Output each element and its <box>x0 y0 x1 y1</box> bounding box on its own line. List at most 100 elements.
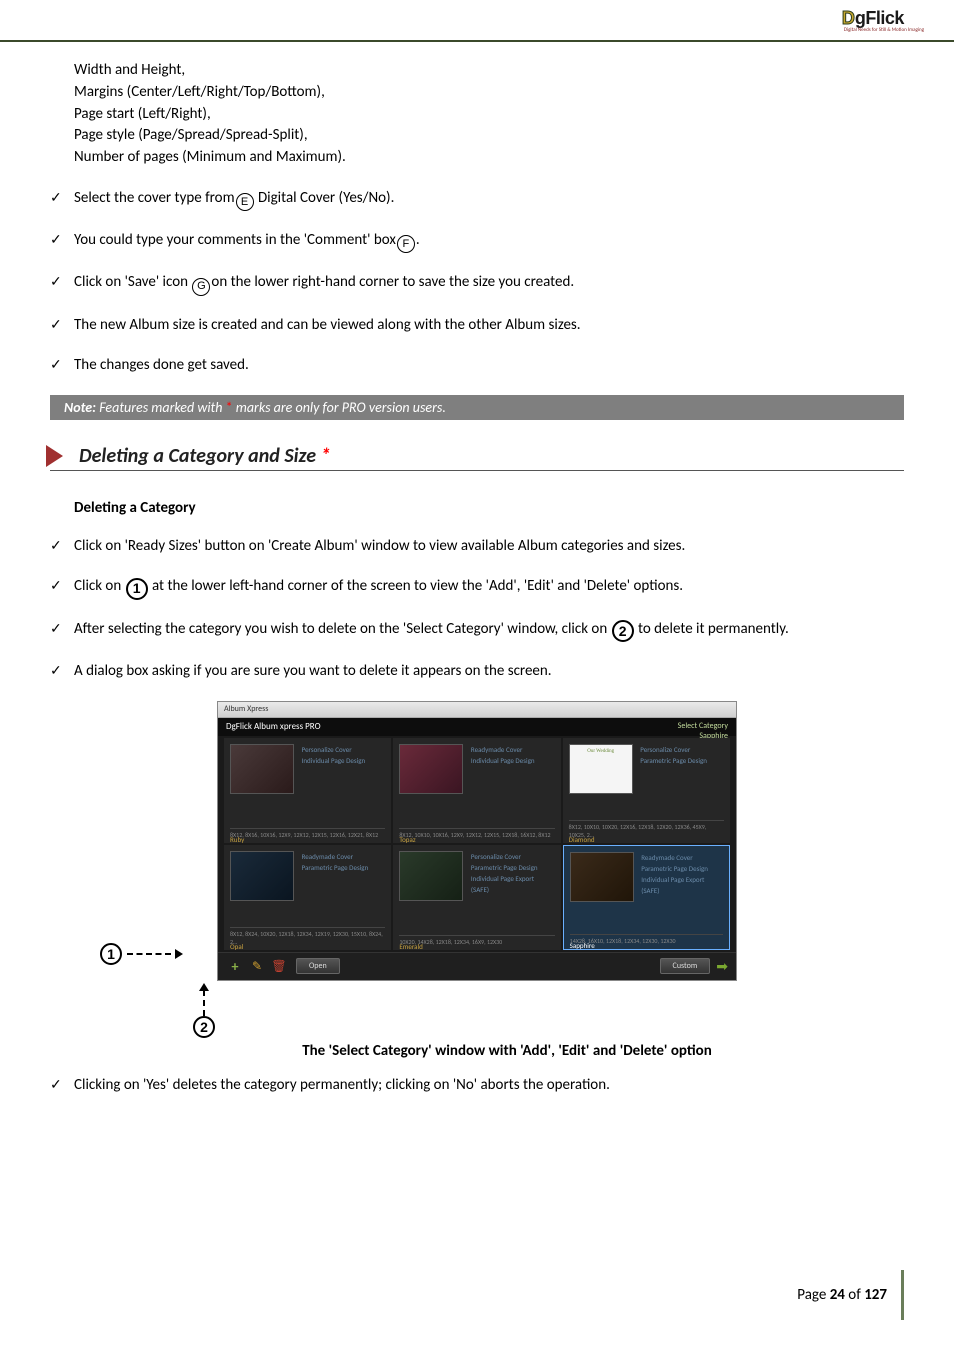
circled-number: 2 <box>193 1016 215 1038</box>
page-header: DgFlick Digital Needs for Still & Motion… <box>0 0 954 42</box>
text: on the lower right-hand corner to save t… <box>211 273 574 291</box>
note-text: marks are only for PRO version users. <box>233 399 446 416</box>
text: at the lower left-hand corner of the scr… <box>149 577 683 595</box>
next-arrow-icon[interactable]: ➡ <box>716 958 728 975</box>
cell-line: Parametric Page Design <box>641 864 708 873</box>
category-cell[interactable]: Readymade CoverParametric Page Design 8X… <box>224 845 391 950</box>
check-icon: ✓ <box>50 618 74 639</box>
page-total: 127 <box>864 1286 887 1304</box>
screenshot-select-category: Album Xpress DgFlick Album xpress PRO Se… <box>217 701 737 981</box>
check-icon: ✓ <box>50 229 74 250</box>
cell-line: Parametric Page Design <box>302 863 369 872</box>
circled-number: 2 <box>612 620 634 642</box>
checklist-2: ✓ Click on 'Ready Sizes' button on 'Crea… <box>50 535 904 683</box>
section-title: Deleting a Category and Size <box>79 444 321 468</box>
check-icon: ✓ <box>50 660 74 681</box>
logo: DgFlick Digital Needs for Still & Motion… <box>842 8 924 33</box>
category-cell[interactable]: Personalize CoverIndividual Page Design … <box>224 738 391 843</box>
book-label: Our Wedding <box>572 749 630 754</box>
category-thumb <box>399 851 463 901</box>
brand-text: DgFlick Album xpress PRO <box>226 721 321 733</box>
bottom-toolbar: + ✎ 🗑 Open Custom ➡ <box>218 952 736 980</box>
edit-icon[interactable]: ✎ <box>248 957 266 975</box>
note-bar: Note: Features marked with * marks are o… <box>50 395 904 420</box>
check-icon: ✓ <box>50 1074 74 1095</box>
figure: Album Xpress DgFlick Album xpress PRO Se… <box>50 701 904 1060</box>
cell-line: Personalize Cover <box>471 852 521 861</box>
footer-text: Page <box>797 1286 829 1304</box>
open-button[interactable]: Open <box>296 958 340 974</box>
footer-text: of <box>845 1286 864 1304</box>
cell-name: Emerald <box>399 942 422 950</box>
category-cell[interactable]: Our Wedding Personalize CoverParametric … <box>563 738 730 843</box>
note-label: Note: <box>64 399 96 416</box>
cell-name: Ruby <box>230 835 244 843</box>
logo-d: D <box>842 8 855 28</box>
cell-line: Readymade Cover <box>471 745 522 754</box>
text: You could type your comments in the 'Com… <box>74 231 396 249</box>
cell-line: Individual Page Export (SAFE) <box>471 874 534 894</box>
cell-line: Individual Page Design <box>302 756 366 765</box>
category-thumb <box>230 851 294 901</box>
note-text: Features marked with <box>96 399 226 416</box>
spec-line: Width and Height, <box>74 60 904 82</box>
text: Select the cover type from <box>74 189 235 207</box>
custom-button[interactable]: Custom <box>660 958 711 974</box>
list-item: ✓ The changes done get saved. <box>50 354 904 377</box>
triangle-icon <box>46 445 63 467</box>
checklist-3: ✓ Clicking on 'Yes' deletes the category… <box>50 1074 904 1097</box>
section-heading: Deleting a Category and Size * <box>50 444 904 471</box>
spec-line: Page style (Page/Spread/Spread-Split), <box>74 125 904 147</box>
delete-icon[interactable]: 🗑 <box>270 957 288 975</box>
spec-list: Width and Height, Margins (Center/Left/R… <box>50 60 904 169</box>
list-item: ✓ Click on 'Ready Sizes' button on 'Crea… <box>50 535 904 558</box>
category-cell[interactable]: Personalize Cover Parametric Page Design I… <box>393 845 560 950</box>
window-brandbar: DgFlick Album xpress PRO Select Category… <box>218 718 736 736</box>
category-grid: Personalize CoverIndividual Page Design … <box>218 736 736 952</box>
brand-right-a: Select Category <box>678 721 728 731</box>
cell-sizes: 8X12, 8X16, 10X16, 12X9, 12X12, 12X15, 1… <box>230 828 385 839</box>
list-item: ✓ Select the cover type fromE Digital Co… <box>50 187 904 211</box>
category-thumb: Our Wedding <box>569 744 633 794</box>
cell-line: Individual Page Design <box>471 756 535 765</box>
checklist-1: ✓ Select the cover type fromE Digital Co… <box>50 187 904 377</box>
text: Clicking on 'Yes' deletes the category p… <box>74 1074 610 1097</box>
check-icon: ✓ <box>50 575 74 596</box>
category-thumb <box>230 744 294 794</box>
spec-line: Number of pages (Minimum and Maximum). <box>74 147 904 169</box>
text: Click on 'Save' icon <box>74 273 191 291</box>
cell-name: Sapphire <box>570 941 595 950</box>
text: Click on <box>74 577 125 595</box>
page-number: 24 <box>830 1286 845 1304</box>
text: . <box>416 231 420 249</box>
text: Click on 'Ready Sizes' button on 'Create… <box>74 535 685 558</box>
subheading: Deleting a Category <box>74 499 904 517</box>
window-titlebar: Album Xpress <box>218 702 736 718</box>
list-item: ✓ Click on 'Save' icon Gon the lower rig… <box>50 271 904 295</box>
category-thumb <box>399 744 463 794</box>
circled-letter: F <box>397 235 415 253</box>
circled-number: 1 <box>100 943 122 965</box>
check-icon: ✓ <box>50 187 74 208</box>
cell-sizes: 8X12, 10X10, 10X16, 12X9, 12X12, 12X15, … <box>399 828 554 839</box>
check-icon: ✓ <box>50 354 74 375</box>
category-thumb <box>570 852 634 902</box>
page-footer: Page 24 of 127 <box>797 1270 904 1320</box>
add-icon[interactable]: + <box>226 957 244 975</box>
circled-letter: G <box>192 278 210 296</box>
category-cell-selected[interactable]: Readymade CoverParametric Page DesignInd… <box>563 845 730 950</box>
list-item: ✓ A dialog box asking if you are sure yo… <box>50 660 904 683</box>
star-icon: * <box>321 444 331 468</box>
cell-line: Parametric Page Design <box>471 863 538 872</box>
text: The changes done get saved. <box>74 354 249 377</box>
cell-name: Topaz <box>399 835 415 843</box>
check-icon: ✓ <box>50 535 74 556</box>
content: Width and Height, Margins (Center/Left/R… <box>0 42 954 1096</box>
spec-line: Page start (Left/Right), <box>74 104 904 126</box>
text: Digital Cover (Yes/No). <box>255 189 395 207</box>
logo-rest: gFlick <box>855 8 904 28</box>
text: The new Album size is created and can be… <box>74 314 581 337</box>
footer-bar <box>901 1270 904 1320</box>
cell-line: Readymade Cover <box>641 853 692 862</box>
category-cell[interactable]: Readymade Cover Individual Page Design 8X… <box>393 738 560 843</box>
